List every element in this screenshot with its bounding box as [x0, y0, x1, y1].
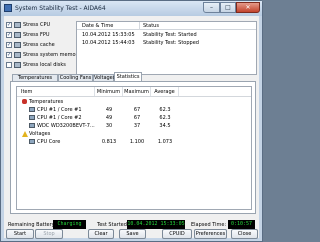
stress-cache-option[interactable]: ✓ Stress cache [6, 41, 76, 50]
log-status: Stability Test: Stopped [143, 40, 199, 46]
log-status: Stability Test: Started [143, 32, 197, 38]
log-column-divider [139, 22, 140, 30]
stress-disks-checkbox[interactable] [6, 62, 12, 68]
table-row[interactable]: CPU Core 0.813 1.100 1.073 [17, 138, 251, 146]
clear-button[interactable]: Clear [88, 229, 114, 239]
log-date-header[interactable]: Date & Time [82, 23, 113, 29]
voltage-warning-icon [22, 131, 28, 137]
stress-memory-label: Stress system memory [23, 52, 81, 58]
event-log-list[interactable]: Date & Time Status 10.04.2012 15:33:05 S… [76, 21, 257, 75]
item-name: WDC WD3200BEVT-7... [37, 123, 95, 129]
battery-value: Charging [53, 220, 86, 229]
window-title: System Stability Test - AIDA64 [15, 5, 106, 12]
header-divider [17, 96, 251, 97]
group-row-temperatures[interactable]: Temperatures [17, 98, 251, 106]
stress-cpu-label: Stress CPU [23, 22, 51, 28]
maximum-value: 1.100 [129, 139, 145, 145]
stress-cache-checkbox[interactable]: ✓ [6, 42, 12, 48]
stability-test-window: System Stability Test - AIDA64 – □ ✕ ✓ S… [0, 0, 263, 242]
log-row[interactable]: 10.04.2012 15:33:05 Stability Test: Star… [77, 31, 256, 39]
statistics-panel: Item Minimum Maximum Average Temperature… [10, 81, 256, 214]
cpu-icon [14, 22, 21, 28]
stop-button[interactable]: Stop [35, 229, 63, 239]
log-header: Date & Time Status [77, 22, 256, 30]
maximum-value: 37 [133, 123, 141, 129]
aida64-app-icon [4, 4, 12, 12]
minimum-value: 0.813 [101, 139, 117, 145]
minimum-value: 30 [105, 123, 113, 129]
average-value: 62.3 [159, 115, 171, 121]
average-column-header[interactable]: Average [151, 87, 179, 96]
group-name: Voltages [29, 131, 51, 137]
stress-memory-checkbox[interactable]: ✓ [6, 52, 12, 58]
window-close-button[interactable]: ✕ [236, 2, 260, 13]
item-name: CPU #1 / Core #1 [37, 107, 82, 113]
item-name: CPU Core [37, 139, 61, 145]
stress-fpu-option[interactable]: ✓ Stress FPU [6, 31, 76, 40]
test-started-value: 10.04.2012 15:33:05 [127, 220, 185, 229]
log-date: 10.04.2012 15:44:03 [82, 40, 135, 46]
title-bar[interactable]: System Stability Test - AIDA64 – □ ✕ [1, 1, 262, 16]
stress-cpu-option[interactable]: ✓ Stress CPU [6, 21, 76, 30]
statistics-table[interactable]: Item Minimum Maximum Average Temperature… [16, 86, 252, 210]
log-row[interactable]: 10.04.2012 15:44:03 Stability Test: Stop… [77, 39, 256, 47]
maximize-button[interactable]: □ [220, 2, 236, 13]
test-started-label: Test Started: [97, 222, 129, 228]
group-row-voltages[interactable]: Voltages [17, 130, 251, 138]
average-value: 34.5 [159, 123, 171, 129]
cpu-icon [29, 107, 35, 112]
preferences-button[interactable]: Preferences [194, 229, 227, 239]
cache-icon [14, 42, 21, 48]
disk-icon [14, 62, 21, 68]
item-column-header[interactable]: Item [17, 87, 95, 96]
cpu-icon [29, 115, 35, 120]
table-row[interactable]: WDC WD3200BEVT-7... 30 37 34.5 [17, 122, 251, 130]
log-status-header[interactable]: Status [143, 23, 159, 29]
maximum-value: 67 [133, 115, 141, 121]
table-row[interactable]: CPU #1 / Core #1 49 67 62.3 [17, 106, 251, 114]
average-value: 1.073 [157, 139, 173, 145]
memory-icon [14, 52, 21, 58]
stress-fpu-checkbox[interactable]: ✓ [6, 32, 12, 38]
save-button[interactable]: Save [119, 229, 146, 239]
stress-fpu-label: Stress FPU [23, 32, 50, 38]
start-button[interactable]: Start [6, 229, 34, 239]
minimum-value: 49 [105, 115, 113, 121]
stress-memory-option[interactable]: ✓ Stress system memory [6, 51, 81, 60]
log-date: 10.04.2012 15:33:05 [82, 32, 135, 38]
group-name: Temperatures [29, 99, 64, 105]
average-value: 62.3 [159, 107, 171, 113]
elapsed-time-value: 0:10:57 [228, 220, 255, 229]
disk-icon [29, 123, 35, 128]
battery-label: Remaining Battery: [8, 222, 56, 228]
table-row[interactable]: CPU #1 / Core #2 49 67 62.3 [17, 114, 251, 122]
maximum-value: 67 [133, 107, 141, 113]
minimum-column-header[interactable]: Minimum [95, 87, 123, 96]
cpuid-button[interactable]: CPUID [162, 229, 192, 239]
item-name: CPU #1 / Core #2 [37, 115, 82, 121]
stress-disks-label: Stress local disks [23, 62, 66, 68]
stress-cache-label: Stress cache [23, 42, 55, 48]
close-button[interactable]: Close [231, 229, 258, 239]
elapsed-time-label: Elapsed Time: [191, 222, 227, 228]
stress-cpu-checkbox[interactable]: ✓ [6, 22, 12, 28]
minimize-button[interactable]: – [203, 2, 220, 13]
stress-disks-option[interactable]: Stress local disks [6, 61, 76, 70]
maximum-column-header[interactable]: Maximum [123, 87, 151, 96]
client-area: ✓ Stress CPU ✓ Stress FPU ✓ Stress cache… [4, 16, 259, 240]
fpu-icon [14, 32, 21, 38]
minimum-value: 49 [105, 107, 113, 113]
thermometer-icon [22, 99, 27, 104]
cpu-icon [29, 139, 35, 144]
button-bar: Start Stop Clear Save CPUID Preferences … [4, 229, 259, 240]
